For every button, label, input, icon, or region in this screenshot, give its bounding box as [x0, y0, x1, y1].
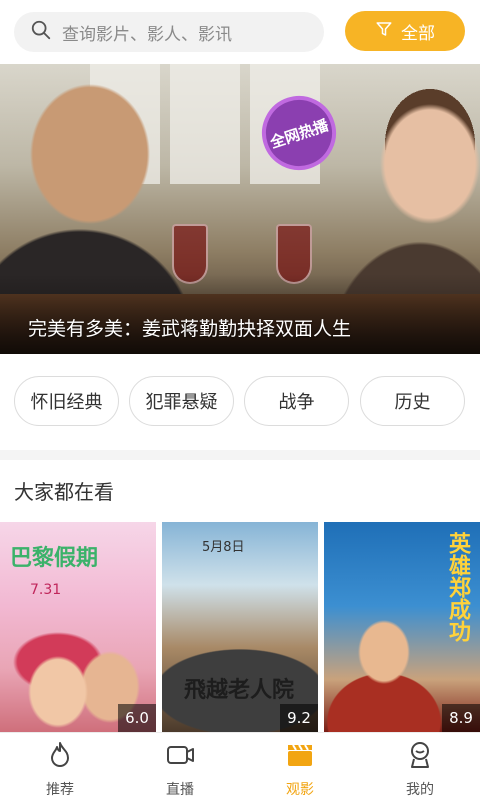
- movie-poster[interactable]: 5月8日 飛越老人院 9.2: [162, 522, 318, 732]
- search-icon: [30, 19, 52, 45]
- camera-icon: [164, 739, 196, 775]
- poster-title: 巴黎假期: [10, 546, 99, 571]
- nav-tab-watch[interactable]: 观影: [240, 739, 360, 799]
- profile-icon: [404, 739, 436, 775]
- banner-caption: 完美有多美：姜武蒋勤勤抉择双面人生: [28, 318, 352, 340]
- poster-date: 7.31: [30, 582, 62, 598]
- nav-tab-live[interactable]: 直播: [120, 739, 240, 799]
- search-placeholder: 查询影片、影人、影讯: [62, 24, 232, 45]
- chip-history[interactable]: 历史: [360, 376, 465, 426]
- poster-date: 5月8日: [202, 540, 245, 555]
- rating-badge: 6.0: [118, 704, 156, 732]
- chip-war[interactable]: 战争: [244, 376, 349, 426]
- category-chips: 怀旧经典 犯罪悬疑 战争 历史: [0, 354, 480, 450]
- filter-label: 全部: [401, 23, 435, 44]
- rating-badge: 8.9: [442, 704, 480, 732]
- clapperboard-icon: [284, 739, 316, 775]
- nav-tab-mine[interactable]: 我的: [360, 739, 480, 799]
- nav-tab-label: 直播: [166, 782, 194, 798]
- chip-nostalgic-classics[interactable]: 怀旧经典: [14, 376, 119, 426]
- hot-badge-label: 全网热播: [267, 115, 331, 152]
- chip-crime-suspense[interactable]: 犯罪悬疑: [129, 376, 234, 426]
- popular-movies-row: 巴黎假期 7.31 6.0 5月8日 飛越老人院 9.2 英雄郑成功 8.9: [0, 522, 480, 732]
- nav-tab-label: 我的: [406, 782, 434, 798]
- section-divider: [0, 450, 480, 460]
- section-title: 大家都在看: [14, 480, 114, 504]
- filter-icon: [375, 20, 401, 43]
- movie-poster[interactable]: 巴黎假期 7.31 6.0: [0, 522, 156, 732]
- featured-banner[interactable]: 全网热播 完美有多美：姜武蒋勤勤抉择双面人生: [0, 64, 480, 354]
- top-bar: 查询影片、影人、影讯 全部: [0, 0, 480, 64]
- rating-badge: 9.2: [280, 704, 318, 732]
- movie-poster[interactable]: 英雄郑成功 8.9: [324, 522, 480, 732]
- filter-all-button[interactable]: 全部: [345, 11, 465, 51]
- poster-title: 飛越老人院: [184, 678, 295, 703]
- bottom-nav: 推荐 直播 观影 我的: [0, 732, 480, 800]
- nav-tab-recommend[interactable]: 推荐: [0, 739, 120, 799]
- flame-icon: [44, 739, 76, 775]
- nav-tab-label: 观影: [286, 782, 314, 798]
- nav-tab-label: 推荐: [46, 782, 74, 798]
- poster-title: 英雄郑成功: [445, 532, 470, 642]
- search-bar[interactable]: 查询影片、影人、影讯: [14, 12, 324, 52]
